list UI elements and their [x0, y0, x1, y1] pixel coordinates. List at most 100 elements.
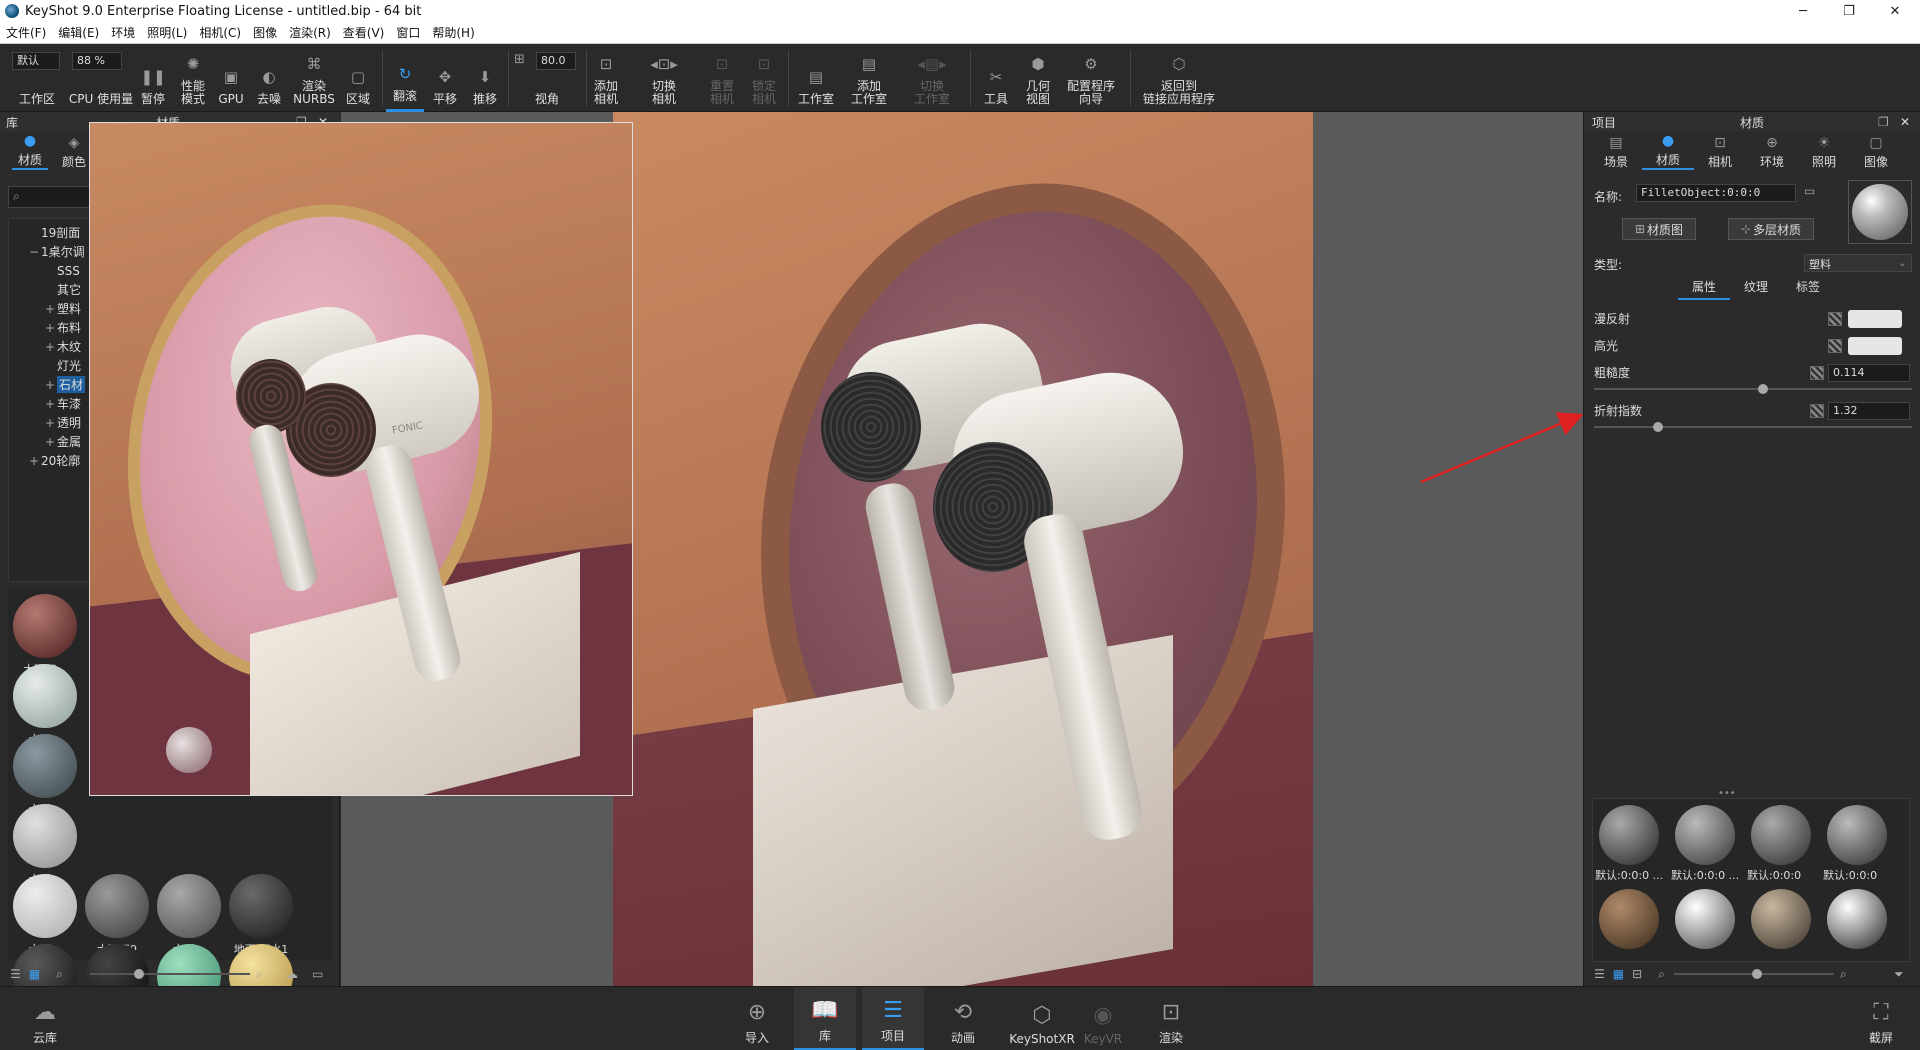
tree-item[interactable]: + 车漆	[43, 394, 81, 413]
expand-icon[interactable]: +	[43, 340, 57, 354]
studio-button[interactable]: ▤ 工作室	[794, 44, 838, 112]
tree-item[interactable]: + 木纹	[43, 337, 81, 356]
animation-button[interactable]: ⟲ 动画	[932, 987, 994, 1050]
folder-icon[interactable]: ▭	[312, 967, 323, 981]
screenshot-button[interactable]: ⛶ 截屏	[1850, 987, 1912, 1050]
tree-view-icon[interactable]: ⊟	[1632, 967, 1642, 981]
project-button[interactable]: ☰ 项目	[862, 987, 924, 1050]
tree-item[interactable]: 19剖面	[27, 223, 80, 242]
library-button[interactable]: 📖 库	[794, 987, 856, 1050]
tree-item[interactable]: 其它	[43, 280, 81, 299]
tree-item[interactable]: + 石材	[43, 375, 86, 394]
gpu-button[interactable]: ▣ GPU	[216, 44, 246, 112]
tab-image[interactable]: ▢ 图像	[1850, 134, 1902, 170]
roughness-slider[interactable]	[1594, 388, 1912, 390]
return-to-linked-app-button[interactable]: ⬡ 返回到 链接应用程序	[1140, 44, 1218, 112]
ior-texture-icon[interactable]	[1810, 404, 1824, 418]
tree-item[interactable]: SSS	[43, 261, 80, 280]
ior-slider-knob[interactable]	[1652, 422, 1663, 432]
pan-button[interactable]: ✥ 平移	[428, 44, 462, 112]
geometry-view-button[interactable]: ⬢ 几何 视图	[1022, 44, 1054, 112]
specular-texture-icon[interactable]	[1828, 339, 1842, 353]
menu-environment[interactable]: 环境	[105, 24, 141, 41]
diffuse-color-swatch[interactable]	[1848, 310, 1902, 328]
thumbnail-size-slider[interactable]	[90, 973, 250, 975]
dolly-button[interactable]: ⬇ 推移	[468, 44, 502, 112]
menu-camera[interactable]: 相机(C)	[193, 24, 247, 41]
lock-camera-button[interactable]: ⊡ 锁定 相机	[748, 44, 780, 112]
material-name-input[interactable]: FilletObject:0:0:0	[1636, 184, 1796, 202]
menu-window[interactable]: 窗口	[390, 24, 426, 41]
keyshotxr-button[interactable]: ⬡ KeyShotXR	[1002, 987, 1082, 1050]
menu-help[interactable]: 帮助(H)	[426, 24, 480, 41]
scene-material-swatch[interactable]	[1827, 805, 1887, 865]
scene-material-swatch[interactable]	[1599, 889, 1659, 949]
tab-material[interactable]: ● 材质	[1642, 133, 1694, 170]
collapse-icon[interactable]: −	[27, 245, 41, 259]
scene-material-swatch[interactable]	[1751, 805, 1811, 865]
diffuse-texture-icon[interactable]	[1828, 312, 1842, 326]
tab-lighting[interactable]: ☀ 照明	[1798, 134, 1850, 170]
cloud-upload-icon[interactable]: ☁	[286, 967, 298, 981]
expand-icon[interactable]: +	[43, 397, 57, 411]
save-material-icon[interactable]: ▭	[1804, 184, 1815, 198]
tools-button[interactable]: ✂ 工具	[980, 44, 1012, 112]
zoom-out-icon[interactable]: ⌕	[56, 967, 63, 982]
grid-view-icon[interactable]: ▦	[29, 967, 40, 981]
expand-icon[interactable]: +	[43, 435, 57, 449]
scene-material-swatch[interactable]	[1675, 889, 1735, 949]
tree-item[interactable]: +20轮廓	[27, 451, 80, 470]
maximize-button[interactable]: ❐	[1826, 0, 1872, 22]
scene-material-swatch[interactable]	[1827, 889, 1887, 949]
render-nurbs-button[interactable]: ⌘ 渲染 NURBS	[293, 44, 335, 112]
grid-view-icon[interactable]: ▦	[1613, 967, 1624, 981]
expand-icon[interactable]: +	[43, 321, 57, 335]
import-button[interactable]: ⊕ 导入	[726, 987, 788, 1050]
tree-item[interactable]: 灯光	[43, 356, 81, 375]
close-button[interactable]: ✕	[1872, 0, 1918, 22]
undock-icon[interactable]: ❐	[1878, 115, 1889, 129]
expand-icon[interactable]: +	[43, 378, 57, 392]
reset-camera-button[interactable]: ⊡ 重置 相机	[706, 44, 738, 112]
tab-environment[interactable]: ⊕ 环境	[1746, 134, 1798, 170]
menu-file[interactable]: 文件(F)	[0, 24, 52, 41]
tree-item[interactable]: + 金属	[43, 432, 81, 451]
pause-button[interactable]: ❚❚ 暂停	[138, 44, 168, 112]
switch-studio-button[interactable]: ◂▤▸ 切换 工作室	[904, 44, 960, 112]
render-button[interactable]: ⊡ 渲染	[1140, 987, 1202, 1050]
expand-icon[interactable]: +	[43, 416, 57, 430]
roughness-input[interactable]: 0.114	[1828, 364, 1910, 382]
thumbnail-size-knob[interactable]	[134, 969, 144, 979]
tree-item[interactable]: + 布料	[43, 318, 81, 337]
performance-mode-button[interactable]: ✺ 性能 模式	[176, 44, 210, 112]
switch-camera-button[interactable]: ◂⊡▸ 切换 相机	[636, 44, 692, 112]
zoom-out-icon[interactable]: ⌕	[1658, 967, 1665, 982]
expand-icon[interactable]: +	[43, 302, 57, 316]
material-graph-button[interactable]: ⊞ 材质图	[1622, 218, 1696, 240]
menu-render[interactable]: 渲染(R)	[283, 24, 337, 41]
scene-material-swatch[interactable]	[1675, 805, 1735, 865]
tab-scene[interactable]: ▤ 场景	[1590, 134, 1642, 170]
material-preview[interactable]	[1848, 180, 1912, 244]
tab-colors[interactable]: ◈ 颜色	[56, 134, 92, 170]
keyvr-button[interactable]: ◉ KeyVR	[1072, 987, 1134, 1050]
menu-view[interactable]: 查看(V)	[337, 24, 391, 41]
configurator-wizard-button[interactable]: ⚙ 配置程序 向导	[1064, 44, 1118, 112]
zoom-in-icon[interactable]: ⌕	[256, 967, 263, 982]
expand-icon[interactable]: +	[27, 454, 41, 468]
add-camera-button[interactable]: ⊡ 添加 相机	[590, 44, 622, 112]
minimize-button[interactable]: ─	[1780, 0, 1826, 22]
close-panel-icon[interactable]: ✕	[1900, 115, 1910, 129]
tab-materials[interactable]: ● 材质	[12, 133, 48, 170]
list-view-icon[interactable]: ☰	[1594, 967, 1605, 981]
list-view-icon[interactable]: ☰	[10, 967, 21, 981]
ior-input[interactable]: 1.32	[1828, 402, 1910, 420]
tab-textures[interactable]: 纹理	[1730, 278, 1782, 300]
add-studio-button[interactable]: ▤ 添加 工作室	[848, 44, 890, 112]
scene-material-swatch[interactable]	[1599, 805, 1659, 865]
scene-material-swatch[interactable]	[1751, 889, 1811, 949]
zoom-in-icon[interactable]: ⌕	[1840, 967, 1847, 982]
tab-properties[interactable]: 属性	[1678, 278, 1730, 300]
render-viewport[interactable]: FONIC	[89, 112, 1583, 1024]
region-button[interactable]: ▢ 区域	[342, 44, 374, 112]
